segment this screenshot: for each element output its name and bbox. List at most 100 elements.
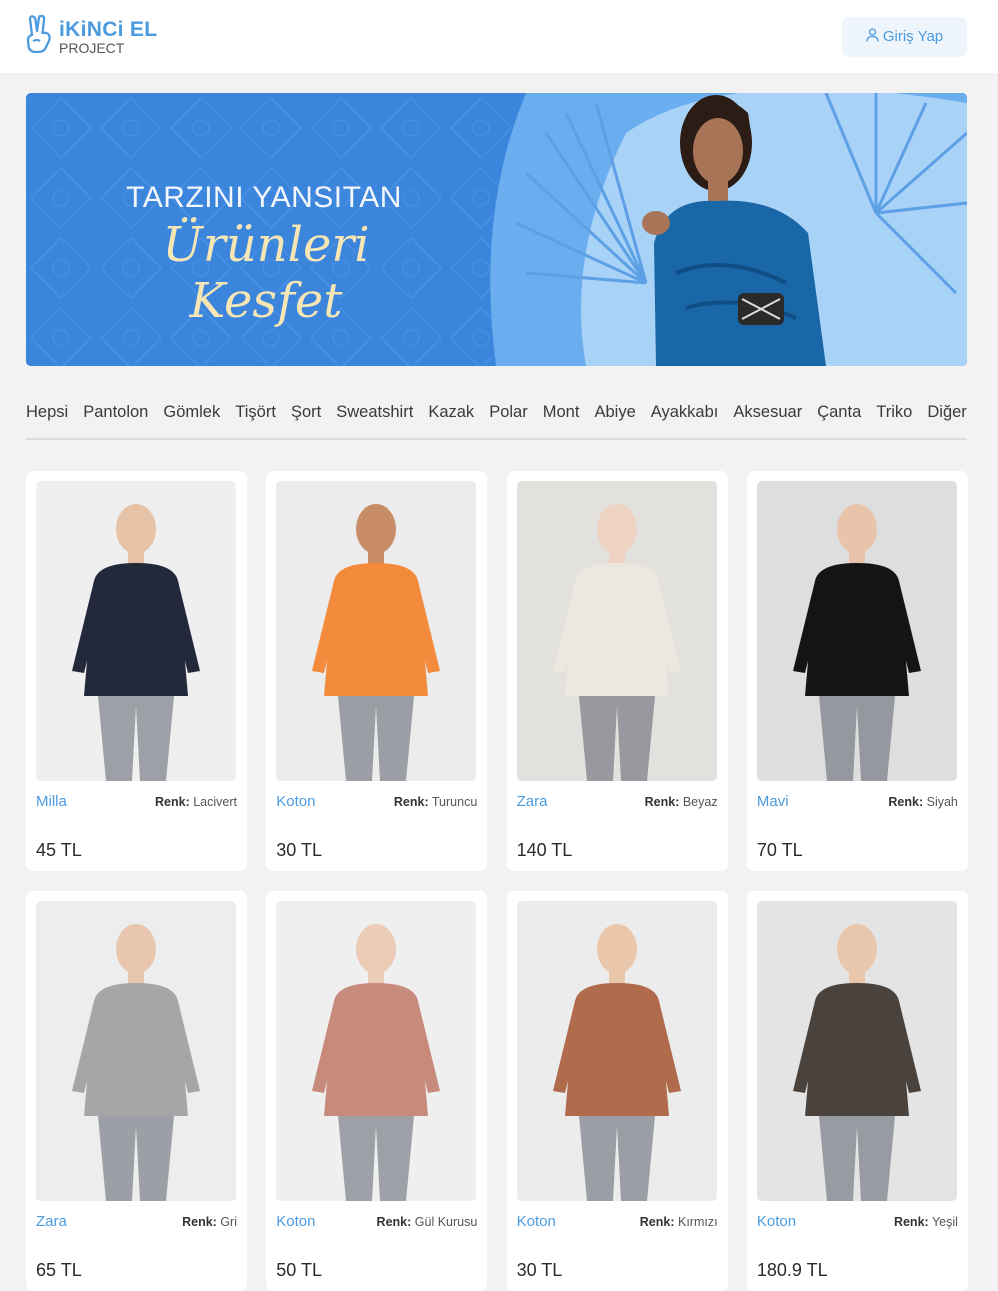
- logo-title: iKiNCi EL: [59, 17, 158, 41]
- product-price: 30 TL: [276, 840, 322, 860]
- login-label: Giriş Yap: [882, 28, 944, 45]
- product-image[interactable]: [36, 481, 236, 781]
- product-card[interactable]: Mavi Renk: Siyah 70 TL: [746, 471, 968, 871]
- product-photo-art: [276, 901, 477, 1201]
- product-photo-art: [756, 901, 957, 1201]
- category-tab[interactable]: Pantolon: [83, 393, 148, 422]
- product-brand[interactable]: Zara: [36, 1213, 67, 1230]
- product-image[interactable]: [756, 901, 957, 1201]
- product-color: Renk: Beyaz: [645, 795, 718, 809]
- product-image[interactable]: [276, 901, 477, 1201]
- product-meta: Zara Renk: Beyaz: [517, 793, 718, 810]
- color-value: Gri: [220, 1214, 237, 1229]
- banner-script-headline: Ürünleri Kesfet: [162, 217, 370, 329]
- product-photo-art: [276, 481, 477, 781]
- product-meta: Koton Renk: Gül Kurusu: [276, 1213, 477, 1230]
- product-color: Renk: Turuncu: [394, 795, 477, 809]
- product-brand[interactable]: Mavi: [757, 793, 789, 810]
- color-label: Renk:: [639, 1214, 675, 1229]
- category-tab[interactable]: Abiye: [594, 393, 635, 422]
- product-card[interactable]: Zara Renk: Beyaz 140 TL: [506, 471, 728, 871]
- color-value: Yeşil: [931, 1214, 958, 1229]
- color-value: Kırmızı: [678, 1214, 718, 1229]
- product-photo-art: [516, 481, 717, 781]
- color-value: Beyaz: [682, 794, 718, 809]
- product-meta: Koton Renk: Yeşil: [757, 1213, 958, 1230]
- product-card[interactable]: Koton Renk: Gül Kurusu 50 TL: [266, 891, 488, 1291]
- category-tab[interactable]: Aksesuar: [733, 393, 802, 422]
- product-card[interactable]: Koton Renk: Kırmızı 30 TL: [506, 891, 728, 1291]
- color-label: Renk:: [182, 1214, 217, 1229]
- product-color: Renk: Siyah: [888, 795, 958, 809]
- color-label: Renk:: [893, 1214, 929, 1229]
- color-value: Siyah: [926, 794, 958, 809]
- color-label: Renk:: [155, 794, 190, 809]
- product-image[interactable]: [36, 901, 236, 1201]
- logo-subtitle: PROJECT: [59, 39, 125, 56]
- product-card[interactable]: Milla Renk: Lacivert 45 TL: [26, 471, 247, 871]
- banner-headline: TARZINI YANSITAN: [126, 181, 402, 214]
- product-brand[interactable]: Koton: [517, 1213, 556, 1230]
- category-tab[interactable]: Ayakkabı: [651, 393, 719, 422]
- product-price: 70 TL: [756, 840, 803, 860]
- product-image[interactable]: [756, 481, 957, 781]
- product-price: 180.9 TL: [756, 1260, 828, 1280]
- product-brand[interactable]: Zara: [517, 793, 548, 810]
- category-tab[interactable]: Çanta: [817, 393, 861, 422]
- color-label: Renk:: [376, 1214, 412, 1229]
- product-card[interactable]: Koton Renk: Turuncu 30 TL: [266, 471, 488, 871]
- category-tab[interactable]: Şort: [291, 393, 321, 422]
- product-price: 30 TL: [516, 1260, 563, 1280]
- product-brand[interactable]: Milla: [36, 793, 67, 810]
- site-logo[interactable]: iKiNCi EL PROJECT: [25, 14, 158, 58]
- color-value: Gül Kurusu: [414, 1214, 478, 1229]
- product-color: Renk: Gül Kurusu: [377, 1215, 478, 1229]
- product-meta: Zara Renk: Gri: [36, 1213, 237, 1230]
- product-color: Renk: Lacivert: [155, 795, 237, 809]
- category-tab[interactable]: Tişört: [235, 393, 276, 422]
- login-button[interactable]: Giriş Yap: [842, 16, 967, 57]
- product-meta: Koton Renk: Kırmızı: [517, 1213, 718, 1230]
- product-image[interactable]: [516, 901, 717, 1201]
- hero-banner[interactable]: TARZINI YANSITAN Ürünleri Kesfet: [26, 93, 967, 366]
- product-photo-art: [756, 481, 957, 781]
- user-icon: [866, 27, 879, 46]
- category-tab[interactable]: Gömlek: [163, 393, 220, 422]
- product-price: 65 TL: [36, 1260, 82, 1280]
- category-tab[interactable]: Hepsi: [26, 393, 68, 422]
- product-brand[interactable]: Koton: [276, 793, 315, 810]
- product-photo-art: [516, 901, 717, 1201]
- product-meta: Koton Renk: Turuncu: [276, 793, 477, 810]
- product-color: Renk: Kırmızı: [640, 1215, 718, 1229]
- category-nav: Hepsi Pantolon Gömlek Tişört Şort Sweatshirt K…: [26, 393, 967, 440]
- hand-peace-icon: [25, 14, 55, 58]
- product-photo-art: [36, 481, 236, 781]
- product-price: 45 TL: [36, 840, 82, 860]
- category-tab[interactable]: Polar: [489, 393, 528, 422]
- category-tab[interactable]: Triko: [876, 393, 912, 422]
- category-tab[interactable]: Sweatshirt: [336, 393, 413, 422]
- top-header: iKiNCi EL PROJECT Giriş Yap: [0, 0, 998, 73]
- color-value: Lacivert: [193, 794, 237, 809]
- category-tab[interactable]: Kazak: [428, 393, 474, 422]
- product-card[interactable]: Zara Renk: Gri 65 TL: [26, 891, 247, 1291]
- product-meta: Milla Renk: Lacivert: [36, 793, 237, 810]
- product-card[interactable]: Koton Renk: Yeşil 180.9 TL: [746, 891, 968, 1291]
- category-tab[interactable]: Diğer: [927, 393, 966, 422]
- color-label: Renk:: [644, 794, 680, 809]
- color-label: Renk:: [888, 794, 924, 809]
- color-label: Renk:: [393, 794, 429, 809]
- product-image[interactable]: [276, 481, 477, 781]
- category-tab[interactable]: Mont: [543, 393, 580, 422]
- product-price: 50 TL: [276, 1260, 322, 1280]
- product-meta: Mavi Renk: Siyah: [757, 793, 958, 810]
- product-image[interactable]: [516, 481, 717, 781]
- product-brand[interactable]: Koton: [276, 1213, 315, 1230]
- product-price: 140 TL: [516, 840, 573, 860]
- product-color: Renk: Gri: [182, 1215, 237, 1229]
- product-photo-art: [36, 901, 236, 1201]
- product-brand[interactable]: Koton: [757, 1213, 796, 1230]
- color-value: Turuncu: [431, 794, 478, 809]
- product-grid: Milla Renk: Lacivert 45 TL Koton Renk: Turun…: [26, 471, 968, 1291]
- product-color: Renk: Yeşil: [894, 1215, 958, 1229]
